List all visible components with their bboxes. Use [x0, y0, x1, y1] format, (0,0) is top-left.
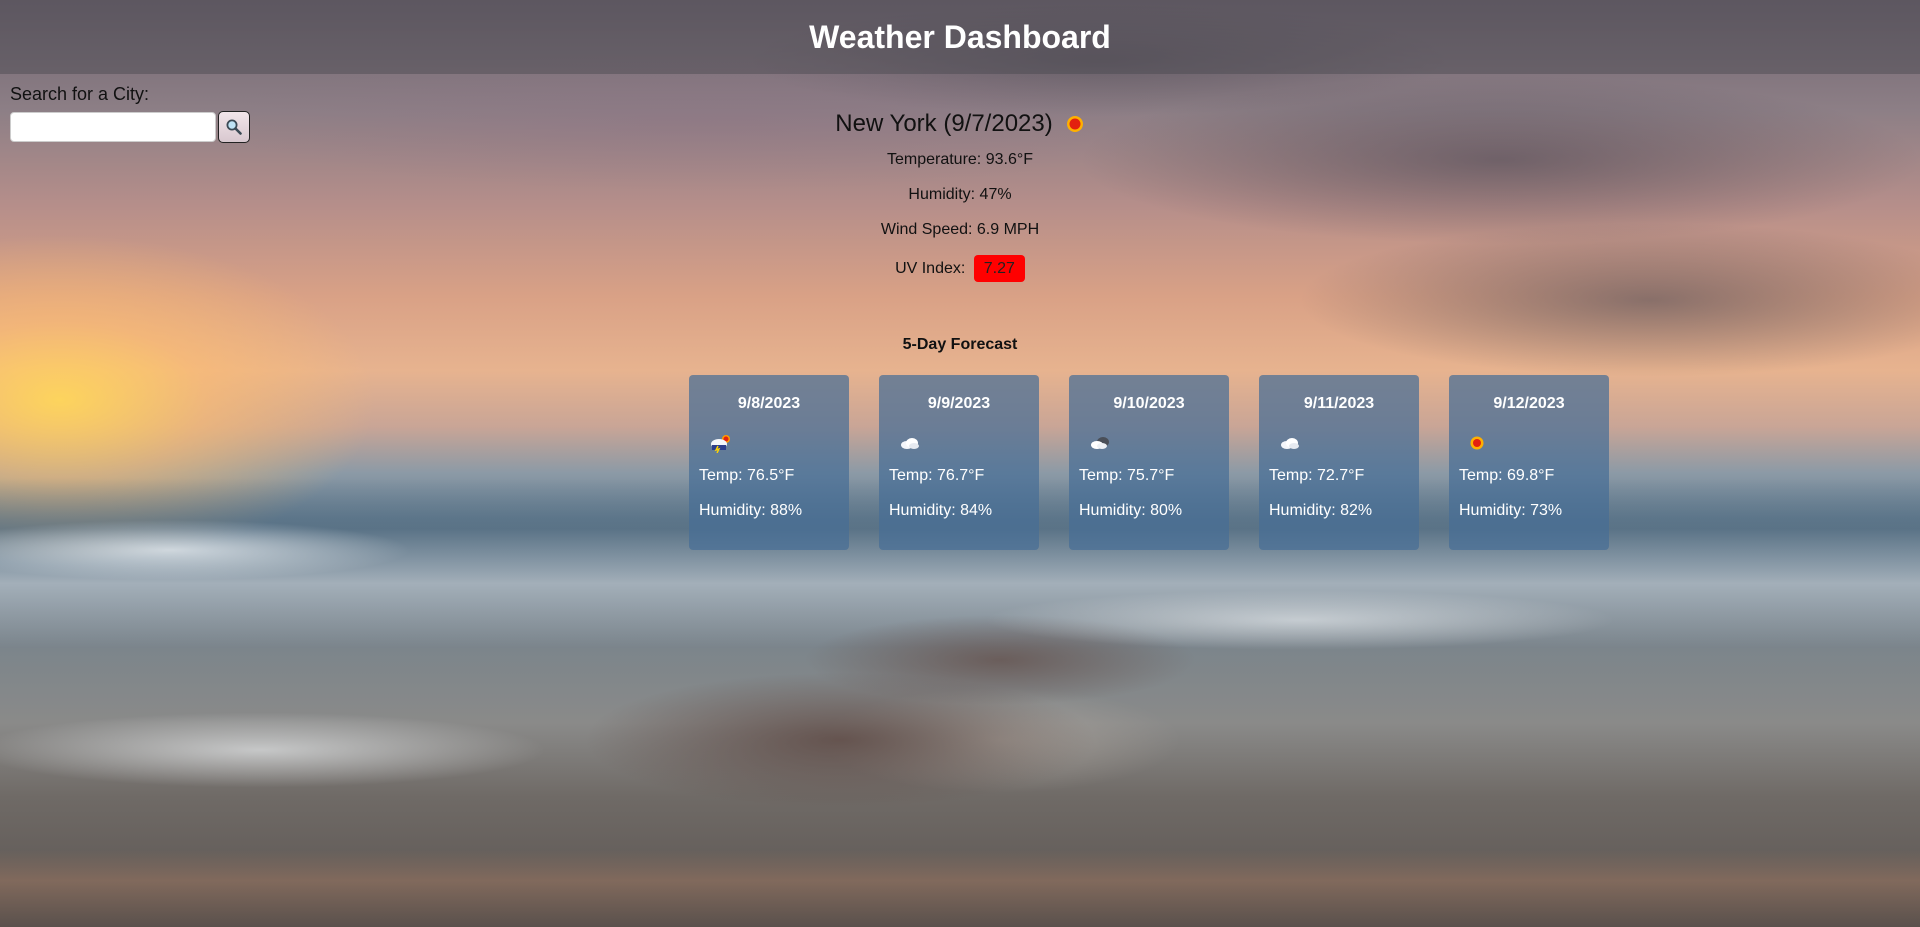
- partly-cloudy-icon: [1091, 437, 1109, 449]
- forecast-date: 9/8/2023: [737, 395, 801, 412]
- forecast-icon-wrap: [1079, 431, 1219, 455]
- cloud-icon: [1281, 438, 1299, 449]
- sun-icon: [1066, 116, 1083, 132]
- current-city-heading: New York (9/7/2023): [750, 110, 1170, 138]
- forecast-icon-wrap: [699, 431, 839, 455]
- forecast-humidity: Humidity: 88%: [699, 502, 803, 519]
- forecast-humidity: Humidity: 80%: [1079, 502, 1183, 519]
- background-sand: [0, 850, 1920, 927]
- forecast-temp: Temp: 76.7°F: [889, 467, 985, 484]
- city-search-input[interactable]: [10, 112, 216, 142]
- current-city-title: New York (9/7/2023): [835, 110, 1053, 137]
- current-uv-row: UV Index: 7.27: [750, 255, 1170, 282]
- current-humidity: Humidity: 47%: [908, 186, 1012, 203]
- app-header: Weather Dashboard: [0, 0, 1920, 74]
- sun-icon: [1470, 436, 1484, 450]
- forecast-icon-wrap: [889, 431, 1029, 455]
- uv-index-badge: 7.27: [973, 255, 1025, 282]
- forecast-date: 9/11/2023: [1303, 395, 1375, 412]
- forecast-card: 9/8/2023 Temp: 76.5°F Humidity: 88%: [689, 375, 849, 550]
- forecast-card: 9/12/2023 Temp: 69.8°F Humidity: 73%: [1449, 375, 1609, 550]
- current-wind-speed: Wind Speed: 6.9 MPH: [880, 221, 1040, 238]
- search-panel: Search for a City:: [10, 84, 250, 143]
- forecast-humidity: Humidity: 84%: [889, 502, 993, 519]
- cloud-icon: [901, 438, 919, 449]
- current-weather: New York (9/7/2023) Temperature: 93.6°F …: [750, 104, 1170, 298]
- forecast-cards: 9/8/2023 Temp: 76.5°F Humidity: 88% 9/9/…: [689, 375, 1609, 550]
- magnifier-icon: [226, 119, 242, 135]
- forecast-humidity: Humidity: 82%: [1269, 502, 1373, 519]
- forecast-icon-wrap: [1459, 431, 1599, 455]
- forecast-card: 9/9/2023 Temp: 76.7°F Humidity: 84%: [879, 375, 1039, 550]
- forecast-date: 9/9/2023: [927, 395, 991, 412]
- forecast-temp: Temp: 69.8°F: [1459, 467, 1555, 484]
- uv-label: UV Index:: [895, 260, 966, 277]
- forecast-title: 5-Day Forecast: [902, 336, 1018, 353]
- page-title: Weather Dashboard: [809, 18, 1111, 55]
- search-row: [10, 111, 250, 143]
- forecast-temp: Temp: 75.7°F: [1079, 467, 1175, 484]
- forecast-card: 9/11/2023 Temp: 72.7°F Humidity: 82%: [1259, 375, 1419, 550]
- forecast-temp: Temp: 72.7°F: [1269, 467, 1365, 484]
- thunderstorm-sun-icon: [711, 435, 730, 453]
- search-button[interactable]: [218, 111, 250, 143]
- current-temperature: Temperature: 93.6°F: [886, 151, 1034, 168]
- forecast-humidity: Humidity: 73%: [1459, 502, 1563, 519]
- search-label: Search for a City:: [10, 84, 150, 104]
- forecast-temp: Temp: 76.5°F: [699, 467, 795, 484]
- forecast-date: 9/12/2023: [1493, 395, 1565, 412]
- forecast-date: 9/10/2023: [1113, 395, 1185, 412]
- forecast-icon-wrap: [1269, 431, 1409, 455]
- forecast-card: 9/10/2023 Temp: 75.7°F Humidity: 80%: [1069, 375, 1229, 550]
